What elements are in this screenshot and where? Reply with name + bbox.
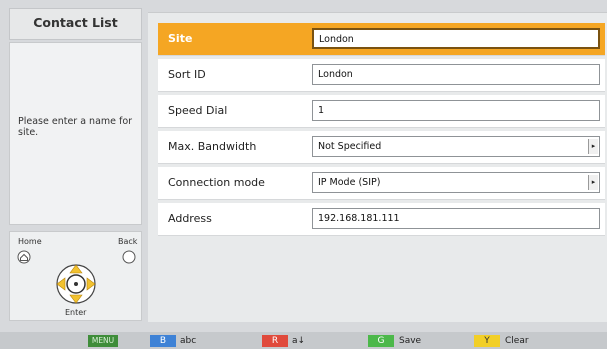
panel-title: Contact List xyxy=(9,8,142,40)
dropdown-icon[interactable]: ▸ xyxy=(588,139,598,154)
help-box: Please enter a name for site. xyxy=(9,42,142,225)
site-input[interactable]: London xyxy=(312,28,600,49)
help-text: Please enter a name for site. xyxy=(18,116,133,138)
dropdown-icon[interactable]: ▸ xyxy=(588,175,598,190)
dpad-diagram xyxy=(17,250,136,304)
blue-key[interactable]: B xyxy=(150,335,176,347)
remote-control-guide: Home Back Enter xyxy=(9,231,142,321)
home-icon xyxy=(17,250,31,264)
left-panel: Contact List Please enter a name for sit… xyxy=(9,8,142,321)
red-key-label: a↓ xyxy=(292,336,306,346)
site-label: Site xyxy=(168,32,193,45)
green-key[interactable]: G xyxy=(368,335,394,347)
blue-key-label: abc xyxy=(180,336,197,346)
row-sort-id[interactable]: Sort ID London xyxy=(158,59,605,92)
menu-key[interactable]: MENU xyxy=(88,335,118,347)
red-key[interactable]: R xyxy=(262,335,288,347)
max-bandwidth-label: Max. Bandwidth xyxy=(168,140,257,153)
row-site[interactable]: Site London xyxy=(158,23,605,56)
speed-dial-label: Speed Dial xyxy=(168,104,228,117)
sort-id-label: Sort ID xyxy=(168,68,206,81)
connection-mode-select[interactable]: IP Mode (SIP) ▸ xyxy=(312,172,600,193)
row-max-bandwidth[interactable]: Max. Bandwidth Not Specified ▸ xyxy=(158,131,605,164)
max-bandwidth-select[interactable]: Not Specified ▸ xyxy=(312,136,600,157)
address-input[interactable]: 192.168.181.111 xyxy=(312,208,600,229)
row-address[interactable]: Address 192.168.181.111 xyxy=(158,203,605,236)
speed-dial-input[interactable]: 1 xyxy=(312,100,600,121)
yellow-key[interactable]: Y xyxy=(474,335,500,347)
back-button-icon xyxy=(122,250,136,264)
connection-mode-label: Connection mode xyxy=(168,176,265,189)
yellow-key-label: Clear xyxy=(505,336,529,346)
contact-form: Site London Sort ID London Speed Dial 1 … xyxy=(148,12,607,322)
footer-key-guide: MENU B abc R a↓ G Save Y Clear xyxy=(0,332,607,349)
sort-id-input[interactable]: London xyxy=(312,64,600,85)
green-key-label: Save xyxy=(399,336,422,346)
address-label: Address xyxy=(168,212,212,225)
row-connection-mode[interactable]: Connection mode IP Mode (SIP) ▸ xyxy=(158,167,605,200)
row-speed-dial[interactable]: Speed Dial 1 xyxy=(158,95,605,128)
